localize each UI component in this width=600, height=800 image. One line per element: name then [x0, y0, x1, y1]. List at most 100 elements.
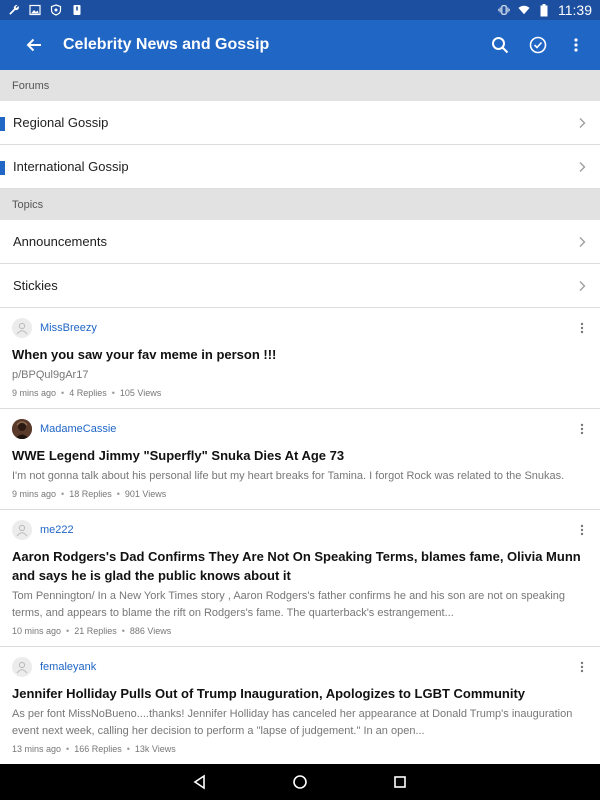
- topic-title[interactable]: Aaron Rodgers's Dad Confirms They Are No…: [12, 547, 588, 585]
- avatar[interactable]: [12, 657, 32, 677]
- topic-snippet: I'm not gonna talk about his personal li…: [12, 470, 565, 482]
- arrow-left-icon: [26, 38, 41, 52]
- forum-item-international-gossip[interactable]: International Gossip: [0, 145, 600, 189]
- avatar[interactable]: [12, 318, 32, 338]
- user-photo-icon: [12, 419, 32, 439]
- topic-more-button[interactable]: [576, 659, 588, 675]
- search-button[interactable]: [488, 33, 512, 57]
- wrench-icon: [8, 4, 20, 16]
- topic-views: 13k Views: [134, 744, 176, 754]
- topic-group-stickies[interactable]: Stickies: [0, 264, 600, 308]
- forums-header: Forums: [0, 70, 600, 101]
- app-bar: Celebrity News and Gossip: [0, 20, 600, 70]
- topic-views: 901 Views: [124, 489, 167, 499]
- separator-dot: •: [66, 744, 70, 754]
- vibrate-icon: [498, 4, 510, 16]
- topic-group-announcements[interactable]: Announcements: [0, 220, 600, 264]
- topic-replies: 21 Replies: [74, 626, 117, 636]
- topic-snippet: Tom Pennington/ In a New York Times stor…: [12, 590, 566, 619]
- topic-title[interactable]: When you saw your fav meme in person !!!: [12, 345, 588, 364]
- topics-header: Topics: [0, 189, 600, 220]
- separator-dot: •: [116, 489, 120, 499]
- separator-dot: •: [61, 388, 65, 398]
- more-vert-icon: [574, 38, 578, 52]
- forum-item-label: International Gossip: [13, 159, 129, 174]
- topic-more-button[interactable]: [576, 421, 588, 437]
- more-vert-icon: [580, 661, 584, 673]
- author-name[interactable]: MadameCassie: [40, 423, 576, 435]
- chevron-right-icon: [576, 236, 588, 248]
- author-name[interactable]: femaleyank: [40, 661, 576, 673]
- unread-indicator: [0, 161, 5, 175]
- overflow-menu-button[interactable]: [564, 33, 588, 57]
- topic-snippet: As per font MissNoBueno....thanks! Jenni…: [12, 708, 573, 737]
- topic-meta: 10 mins ago • 21 Replies • 886 Views: [12, 626, 588, 636]
- topic-replies: 18 Replies: [69, 489, 112, 499]
- more-vert-icon: [580, 322, 584, 334]
- topic-views: 105 Views: [119, 388, 162, 398]
- more-vert-icon: [580, 524, 584, 536]
- search-icon: [492, 37, 509, 54]
- app-bar-actions: [488, 33, 588, 57]
- separator-dot: •: [111, 388, 115, 398]
- separator-dot: •: [61, 489, 65, 499]
- topic-meta: 9 mins ago • 18 Replies • 901 Views: [12, 489, 588, 499]
- author-name[interactable]: MissBreezy: [40, 322, 576, 334]
- chevron-right-icon: [576, 161, 588, 173]
- topic-time: 13 mins ago: [12, 744, 62, 754]
- topic-head: MissBreezy: [12, 318, 588, 338]
- topic-time: 9 mins ago: [12, 388, 57, 398]
- status-right: 11:39: [498, 2, 592, 18]
- topic-replies: 166 Replies: [74, 744, 122, 754]
- topic-time: 10 mins ago: [12, 626, 62, 636]
- topic-replies: 4 Replies: [69, 388, 107, 398]
- separator-dot: •: [66, 626, 70, 636]
- author-name[interactable]: me222: [40, 524, 576, 536]
- more-vert-icon: [580, 423, 584, 435]
- sd-card-icon: [71, 4, 83, 16]
- user-placeholder-icon: [16, 524, 28, 537]
- battery-icon: [538, 3, 550, 16]
- chevron-right-icon: [576, 117, 588, 129]
- system-back-button[interactable]: [190, 772, 210, 792]
- topic-title[interactable]: WWE Legend Jimmy "Superfly" Snuka Dies A…: [12, 446, 588, 465]
- back-button[interactable]: [22, 33, 46, 57]
- user-placeholder-icon: [16, 322, 28, 335]
- image-icon: [29, 4, 41, 16]
- avatar[interactable]: [12, 520, 32, 540]
- avatar[interactable]: [12, 419, 32, 439]
- separator-dot: •: [126, 744, 130, 754]
- topic-time: 9 mins ago: [12, 489, 57, 499]
- mark-read-button[interactable]: [526, 33, 550, 57]
- topic-more-button[interactable]: [576, 320, 588, 336]
- topic-snippet: p/BPQul9gAr17: [12, 369, 89, 381]
- topic-title[interactable]: Jennifer Holliday Pulls Out of Trump Ina…: [12, 684, 588, 703]
- status-left: [8, 4, 83, 16]
- shield-icon: [50, 4, 62, 16]
- system-recents-button[interactable]: [390, 772, 410, 792]
- page-title: Celebrity News and Gossip: [63, 36, 270, 53]
- wifi-icon: [518, 4, 530, 16]
- recents-square-icon: [394, 776, 406, 788]
- check-circle-icon: [529, 36, 547, 54]
- topic-card[interactable]: femaleyank Jennifer Holliday Pulls Out o…: [0, 647, 600, 765]
- system-nav-bar: [0, 764, 600, 800]
- topic-card[interactable]: me222 Aaron Rodgers's Dad Confirms They …: [0, 510, 600, 647]
- topic-views: 886 Views: [129, 626, 172, 636]
- forum-item-label: Regional Gossip: [13, 115, 109, 130]
- topic-head: femaleyank: [12, 657, 588, 677]
- chevron-right-icon: [576, 280, 588, 292]
- separator-dot: •: [121, 626, 125, 636]
- topic-head: MadameCassie: [12, 419, 588, 439]
- back-triangle-icon: [193, 774, 205, 790]
- topic-group-label: Announcements: [13, 234, 107, 249]
- topic-more-button[interactable]: [576, 522, 588, 538]
- topic-card[interactable]: MadameCassie WWE Legend Jimmy "Superfly"…: [0, 409, 600, 510]
- topic-card[interactable]: MissBreezy When you saw your fav meme in…: [0, 308, 600, 409]
- forum-item-regional-gossip[interactable]: Regional Gossip: [0, 101, 600, 145]
- user-placeholder-icon: [16, 661, 28, 674]
- topic-group-label: Stickies: [13, 278, 58, 293]
- unread-indicator: [0, 117, 5, 131]
- topic-meta: 13 mins ago • 166 Replies • 13k Views: [12, 744, 588, 754]
- system-home-button[interactable]: [290, 772, 310, 792]
